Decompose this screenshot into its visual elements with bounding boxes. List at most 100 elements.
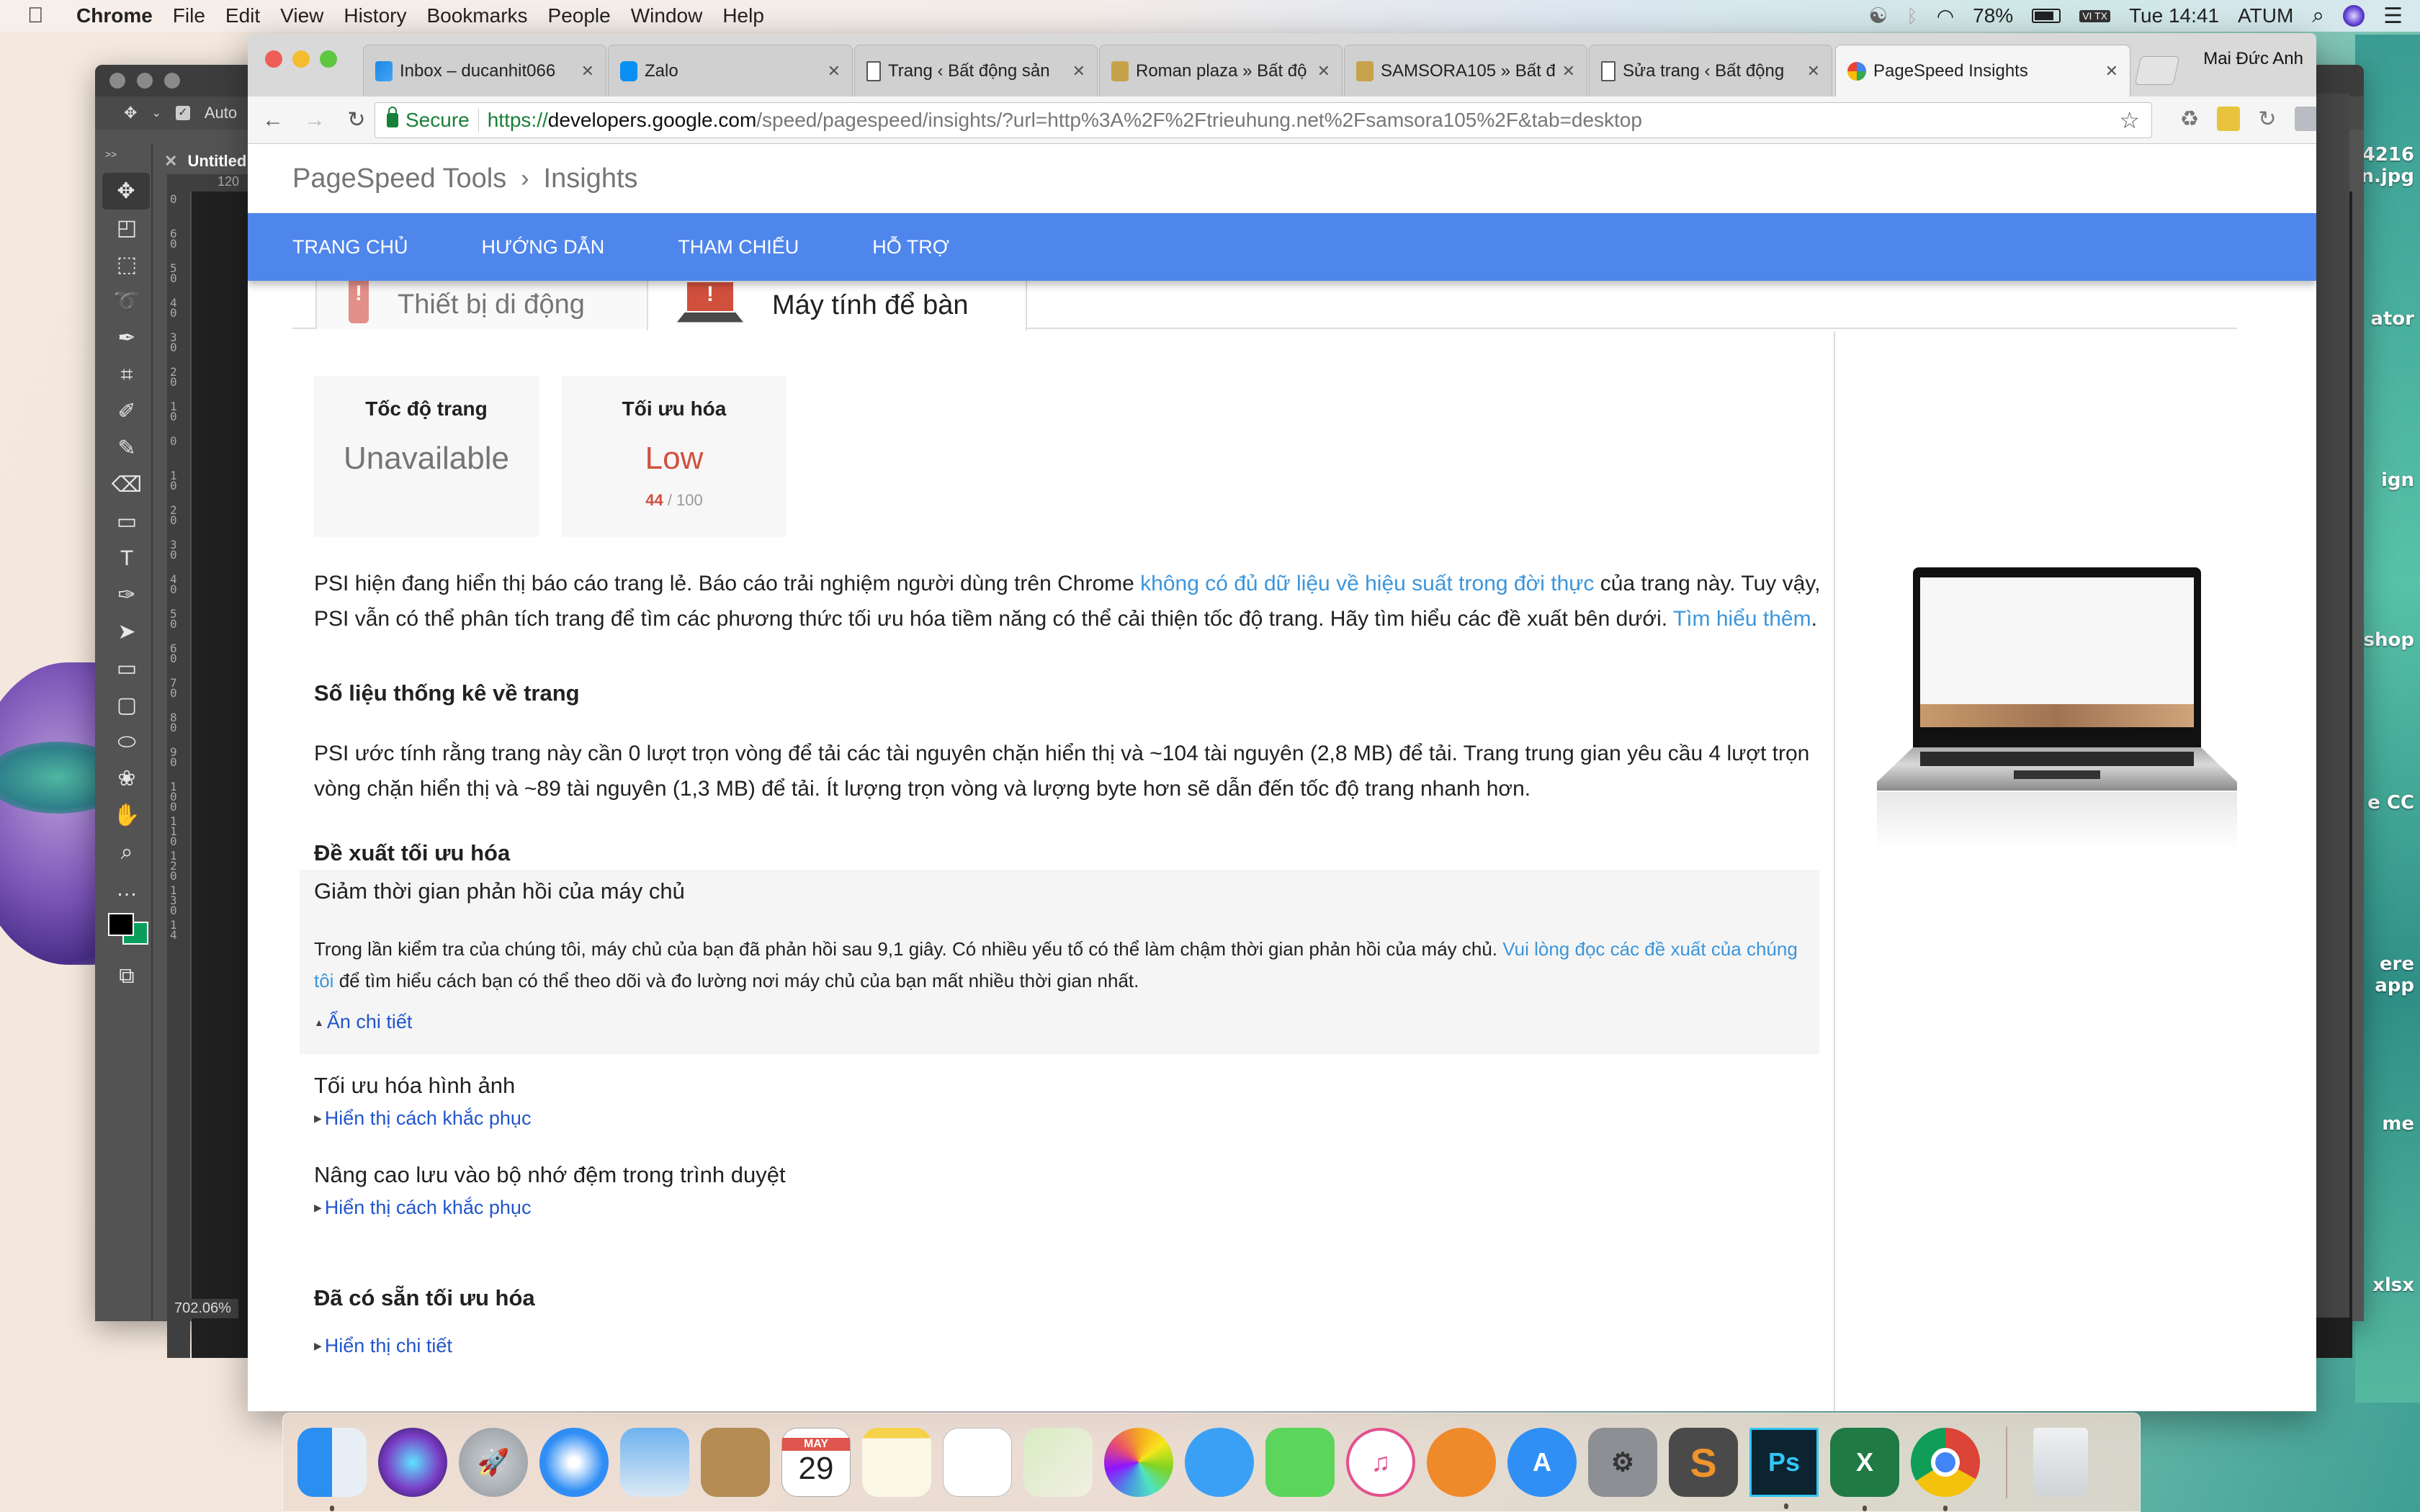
- finder-icon[interactable]: [297, 1428, 367, 1511]
- photos-icon[interactable]: [1104, 1428, 1173, 1497]
- show-details-link[interactable]: ▶ Hiển thị chi tiết: [314, 1335, 452, 1357]
- desktop-file-label[interactable]: me: [2382, 1113, 2414, 1135]
- tab-desktop[interactable]: Máy tính để bàn: [647, 281, 1027, 330]
- hide-details-link[interactable]: ▲ Ẩn chi tiết: [314, 1011, 1805, 1033]
- lock-icon[interactable]: [387, 107, 398, 127]
- more-tools-icon[interactable]: …: [101, 870, 153, 907]
- browser-tab[interactable]: Trang ‹ Bất động sản ✕: [854, 45, 1098, 96]
- custom-shape-tool-icon[interactable]: ❀: [101, 760, 153, 797]
- close-tab-icon[interactable]: ✕: [1317, 62, 1330, 81]
- desktop-file-label[interactable]: ere: [2380, 953, 2414, 975]
- apple-menu-icon[interactable]: : [27, 4, 49, 28]
- notification-center-icon[interactable]: ☰: [2383, 4, 2403, 29]
- toolbar-collapse-icon[interactable]: >>: [101, 144, 151, 173]
- move-tool-icon[interactable]: ✥: [124, 104, 137, 122]
- desktop-file-label[interactable]: 4216: [2362, 144, 2414, 166]
- battery-icon[interactable]: [2032, 9, 2061, 23]
- menu-help[interactable]: Help: [722, 4, 764, 27]
- show-fix-link[interactable]: ▶ Hiển thị cách khắc phục: [314, 1107, 531, 1130]
- chrome-icon[interactable]: [1911, 1428, 1980, 1511]
- crop-tool-icon[interactable]: ⌗: [101, 356, 153, 393]
- menu-window[interactable]: Window: [631, 4, 703, 27]
- clock[interactable]: Tue 14:41: [2129, 4, 2219, 27]
- wifi-icon[interactable]: ◠: [1937, 4, 1954, 28]
- close-document-icon[interactable]: ✕: [164, 152, 177, 171]
- browser-tab-active[interactable]: PageSpeed Insights ✕: [1835, 45, 2130, 96]
- safari-icon[interactable]: [539, 1428, 609, 1497]
- menu-view[interactable]: View: [280, 4, 323, 27]
- reminders-icon[interactable]: [943, 1428, 1012, 1497]
- rounded-rect-tool-icon[interactable]: ▢: [101, 687, 153, 724]
- show-fix-link[interactable]: ▶ Hiển thị cách khắc phục: [314, 1197, 786, 1219]
- eraser-tool-icon[interactable]: ⌫: [101, 467, 153, 503]
- menu-file[interactable]: File: [173, 4, 205, 27]
- menu-history[interactable]: History: [344, 4, 406, 27]
- quick-select-tool-icon[interactable]: ✒: [101, 320, 153, 356]
- spotlight-search-icon[interactable]: ⌕: [2312, 4, 2324, 28]
- maximize-window-button[interactable]: [320, 50, 337, 68]
- minimize-window-button[interactable]: [292, 50, 310, 68]
- calendar-icon[interactable]: MAY 29: [781, 1428, 851, 1497]
- close-tab-icon[interactable]: ✕: [1562, 62, 1575, 81]
- close-tab-icon[interactable]: ✕: [1072, 62, 1085, 81]
- zoom-button[interactable]: [164, 73, 180, 89]
- close-tab-icon[interactable]: ✕: [2105, 62, 2118, 81]
- trash-icon[interactable]: [2033, 1428, 2088, 1497]
- close-tab-icon[interactable]: ✕: [581, 62, 594, 81]
- menu-people[interactable]: People: [548, 4, 611, 27]
- lasso-tool-icon[interactable]: ➰: [101, 283, 153, 320]
- rectangle-tool-icon[interactable]: ▭: [101, 650, 153, 687]
- menu-edit[interactable]: Edit: [225, 4, 260, 27]
- new-tab-button[interactable]: [2134, 56, 2180, 85]
- address-bar[interactable]: Secure https://developers.google.com/spe…: [375, 102, 2152, 138]
- chevron-down-icon[interactable]: ⌄: [151, 106, 161, 120]
- sublime-text-icon[interactable]: S: [1669, 1428, 1738, 1497]
- nav-guides[interactable]: HƯỚNG DẪN: [482, 236, 605, 258]
- bookmark-star-icon[interactable]: ☆: [2119, 107, 2140, 134]
- browser-tab[interactable]: Inbox – ducanhit066 ✕: [363, 45, 606, 96]
- lastpass-icon[interactable]: [2217, 107, 2240, 131]
- desktop-file-label[interactable]: xlsx: [2372, 1274, 2414, 1296]
- browser-tab[interactable]: Zalo ✕: [608, 45, 853, 96]
- type-tool-icon[interactable]: T: [101, 540, 153, 577]
- launchpad-icon[interactable]: 🚀: [459, 1428, 528, 1497]
- notes-icon[interactable]: [862, 1428, 931, 1497]
- input-method-icon[interactable]: VI TX: [2079, 9, 2110, 22]
- pen-tool-icon[interactable]: ✑: [101, 577, 153, 613]
- path-select-tool-icon[interactable]: ➤: [101, 613, 153, 650]
- color-swatches[interactable]: [101, 907, 151, 958]
- close-window-button[interactable]: [265, 50, 282, 68]
- breadcrumb-root[interactable]: PageSpeed Tools: [292, 163, 506, 194]
- desktop-file-label[interactable]: ign: [2381, 469, 2414, 491]
- menu-bookmarks[interactable]: Bookmarks: [426, 4, 527, 27]
- ibooks-icon[interactable]: [1427, 1428, 1496, 1497]
- field-data-link[interactable]: không có đủ dữ liệu về hiệu suất trong đ…: [1140, 572, 1594, 595]
- eyedropper-tool-icon[interactable]: ✐: [101, 393, 153, 430]
- maps-icon[interactable]: [1023, 1428, 1093, 1497]
- nav-support[interactable]: HỖ TRỢ: [872, 236, 949, 258]
- sync-icon[interactable]: ↻: [2256, 107, 2279, 131]
- ellipse-tool-icon[interactable]: ⬭: [101, 724, 153, 760]
- back-icon[interactable]: ←: [262, 108, 284, 132]
- move-tool-icon[interactable]: ✥: [102, 173, 150, 210]
- desktop-file-label[interactable]: app: [2375, 975, 2414, 996]
- hand-tool-icon[interactable]: ✋: [101, 797, 153, 834]
- nav-reference[interactable]: THAM CHIẾU: [678, 236, 799, 258]
- reload-icon[interactable]: ↻: [346, 107, 367, 132]
- user-name[interactable]: ATUM: [2238, 4, 2293, 27]
- browser-tab[interactable]: SAMSORA105 » Bất đ ✕: [1344, 45, 1587, 96]
- forward-icon[interactable]: →: [304, 108, 326, 132]
- contacts-icon[interactable]: [701, 1428, 770, 1497]
- messages-icon[interactable]: [1185, 1428, 1254, 1497]
- breadcrumb-current[interactable]: Insights: [544, 163, 638, 194]
- gradient-tool-icon[interactable]: ▭: [101, 503, 153, 540]
- secure-label[interactable]: Secure: [405, 109, 479, 132]
- minimize-button[interactable]: [137, 73, 153, 89]
- browser-tab[interactable]: Sửa trang ‹ Bất động ✕: [1589, 45, 1832, 96]
- app-store-icon[interactable]: A: [1507, 1428, 1577, 1497]
- bluetooth-icon[interactable]: ᛒ: [1906, 5, 1918, 27]
- facetime-icon[interactable]: [1265, 1428, 1335, 1497]
- code-icon[interactable]: [2295, 107, 2316, 131]
- marquee-tool-icon[interactable]: ⬚: [101, 246, 153, 283]
- zoom-tool-icon[interactable]: ⌕: [101, 834, 153, 870]
